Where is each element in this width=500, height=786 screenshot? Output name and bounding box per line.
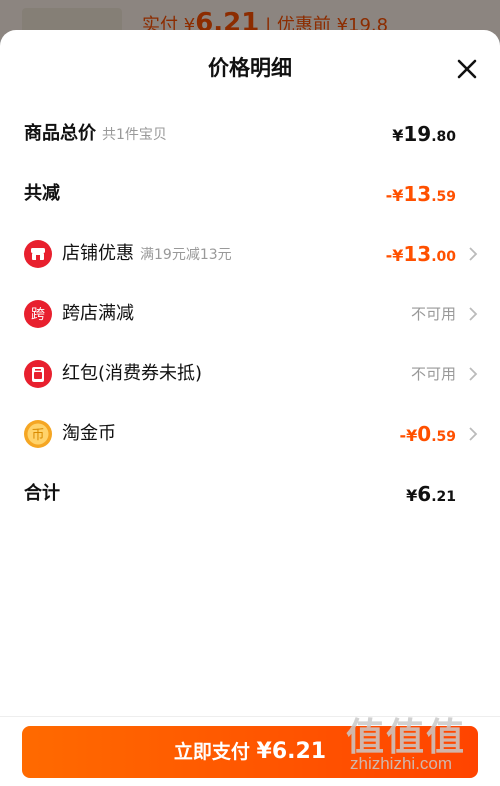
- taojinbi-dec: .59: [431, 429, 456, 445]
- goods-total-int: 19: [403, 122, 432, 146]
- site-watermark: 值值值 zhizhizhi.com: [346, 706, 486, 782]
- red-packet-label: 红包(消费券未抵): [62, 363, 203, 384]
- row-total-reduce: 共减 -¥13.59: [0, 164, 500, 224]
- sum-dec: .21: [431, 489, 456, 505]
- goods-total-currency: ¥: [392, 126, 404, 145]
- chevron-right-icon: [469, 367, 478, 381]
- row-goods-total: 商品总价 共1件宝贝 ¥19.80: [0, 104, 500, 164]
- shop-discount-currency: -¥: [385, 246, 404, 265]
- red-packet-icon: [24, 360, 52, 388]
- total-reduce-dec: .59: [431, 189, 456, 205]
- goods-total-label: 商品总价 共1件宝贝: [24, 104, 167, 164]
- price-detail-sheet: 价格明细 商品总价 共1件宝贝 ¥19.80 共减 -¥13.59 店铺优惠 满19…: [0, 30, 500, 786]
- chevron-right-icon: [469, 307, 478, 321]
- shop-icon: [24, 240, 52, 268]
- row-red-packet[interactable]: 红包(消费券未抵) 不可用: [0, 344, 500, 404]
- sum-label: 合计: [24, 483, 60, 504]
- total-reduce-value: -¥13.59: [386, 164, 456, 224]
- sum-value: ¥6.21: [406, 464, 456, 524]
- sum-currency: ¥: [406, 486, 418, 505]
- cross-store-icon: 跨: [24, 300, 52, 328]
- sum-int: 6: [417, 482, 432, 506]
- row-taojinbi[interactable]: 币 淘金币 -¥0.59: [0, 404, 500, 464]
- red-packet-status: 不可用: [410, 365, 456, 383]
- chevron-right-icon: [469, 247, 478, 261]
- watermark-url: zhizhizhi.com: [350, 754, 453, 773]
- taojinbi-int: 0: [417, 422, 432, 446]
- shop-discount-label: 店铺优惠 满19元减13元: [62, 224, 232, 284]
- row-cross-store[interactable]: 跨 跨店满减 不可用: [0, 284, 500, 344]
- taojinbi-label: 淘金币: [62, 423, 116, 444]
- cross-store-label: 跨店满减: [62, 303, 134, 324]
- row-sum: 合计 ¥6.21: [0, 464, 500, 524]
- taojinbi-value: -¥0.59: [399, 404, 456, 464]
- shop-discount-int: 13: [403, 242, 432, 266]
- taojinbi-currency: -¥: [399, 426, 418, 445]
- total-reduce-currency: -¥: [385, 186, 404, 205]
- goods-total-value: ¥19.80: [392, 104, 456, 164]
- sheet-title: 价格明细: [208, 56, 292, 80]
- shop-discount-label-text: 店铺优惠: [62, 243, 134, 264]
- pay-now-amount: ¥6.21: [256, 739, 327, 764]
- cross-store-icon-text: 跨: [31, 307, 45, 323]
- chevron-right-icon: [469, 427, 478, 441]
- coin-icon: 币: [24, 420, 52, 448]
- shop-discount-rule: 满19元减13元: [140, 247, 232, 263]
- goods-count: 共1件宝贝: [102, 127, 167, 143]
- close-icon: [457, 59, 477, 79]
- sheet-header: 价格明细: [0, 30, 500, 108]
- goods-total-label-text: 商品总价: [24, 123, 96, 144]
- pay-now-label: 立即支付: [173, 741, 250, 763]
- shop-discount-value: -¥13.00: [386, 224, 456, 284]
- total-reduce-int: 13: [403, 182, 432, 206]
- coin-icon-text: 币: [31, 428, 44, 443]
- cross-store-status: 不可用: [410, 305, 456, 323]
- row-shop-discount[interactable]: 店铺优惠 满19元减13元 -¥13.00: [0, 224, 500, 284]
- close-button[interactable]: [454, 56, 480, 82]
- watermark-logo-text: 值值值: [346, 715, 467, 759]
- shop-discount-dec: .00: [431, 249, 456, 265]
- total-reduce-label: 共减: [24, 183, 60, 204]
- goods-total-dec: .80: [431, 129, 456, 145]
